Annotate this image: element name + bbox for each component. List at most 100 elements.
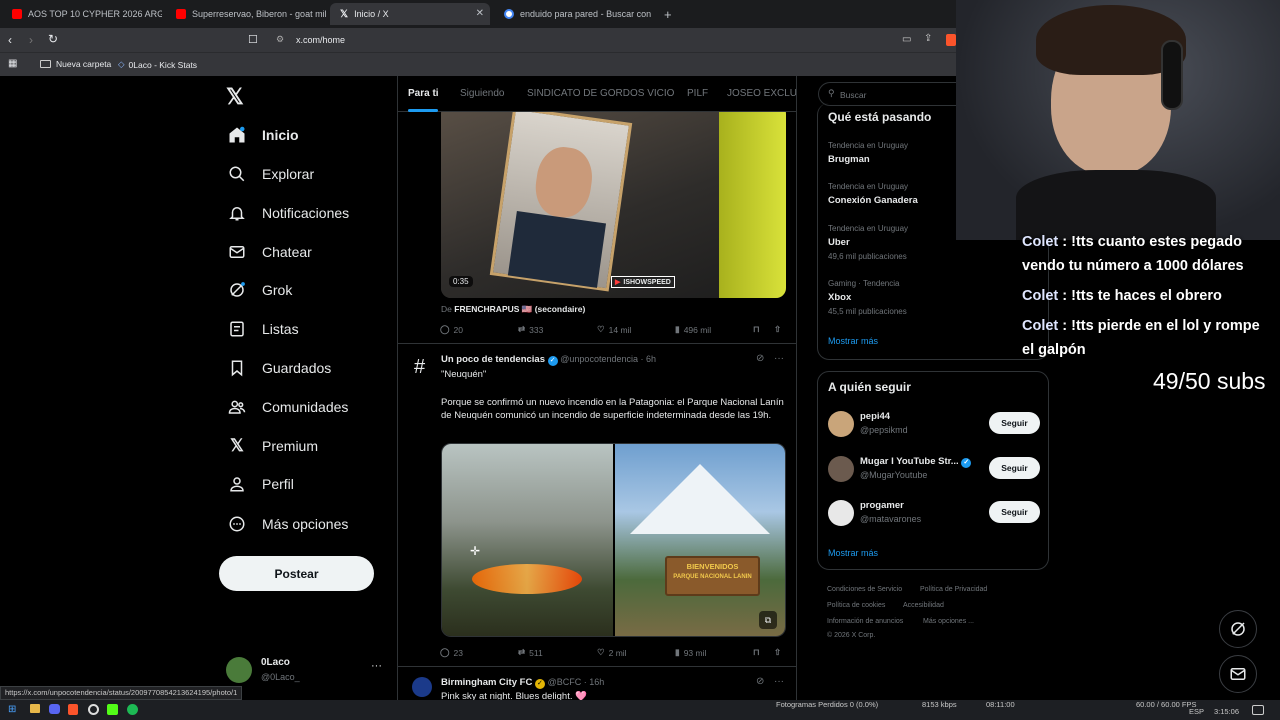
follow-button[interactable]: Seguir: [989, 412, 1040, 434]
nav-mas-opciones[interactable]: Más opciones: [220, 506, 390, 542]
obs-icon[interactable]: [88, 704, 99, 715]
nav-guardados[interactable]: Guardados: [220, 350, 390, 386]
x-logo-icon[interactable]: 𝕏: [226, 84, 244, 110]
follow-button[interactable]: Seguir: [989, 501, 1040, 523]
footer-more[interactable]: Más opciones ...: [923, 618, 974, 625]
tab-list-1[interactable]: SINDICATO DE GORDOS VICIO: [527, 88, 674, 99]
apps-grid-icon[interactable]: ▦: [8, 58, 17, 69]
nav-premium[interactable]: 𝕏 Premium: [220, 428, 390, 464]
nav-label: Explorar: [262, 166, 315, 182]
tab-strip: AOS TOP 10 CYPHER 2026 ARG - You Superre…: [0, 0, 956, 28]
repost-button[interactable]: ⇄ 333: [518, 324, 543, 335]
bookmark-button[interactable]: ⊓: [753, 324, 760, 335]
views-icon: ▮: [675, 324, 680, 334]
trend-item[interactable]: Gaming · Tendencia Xbox 45,5 mil publica…: [828, 279, 907, 316]
more-icon[interactable]: ···: [774, 353, 784, 364]
avatar[interactable]: [412, 677, 432, 697]
forward-icon[interactable]: ›: [29, 33, 33, 47]
hashtag-avatar-icon[interactable]: #: [414, 356, 425, 379]
post-button[interactable]: Postear: [219, 556, 374, 591]
trend-item[interactable]: Tendencia en Uruguay Uber 49,6 mil publi…: [828, 224, 908, 261]
file-explorer-icon[interactable]: [30, 704, 40, 713]
trends-show-more[interactable]: Mostrar más: [828, 336, 878, 346]
account-switcher[interactable]: 0Laco @0Laco_ ···: [226, 656, 391, 688]
nav-notificaciones[interactable]: Notificaciones: [220, 195, 390, 231]
follow-suggestion[interactable]: pepi44 @pepsikmd Seguir: [828, 407, 1040, 441]
follow-button[interactable]: Seguir: [989, 457, 1040, 479]
nav-grok[interactable]: Grok: [220, 272, 390, 308]
footer-privacy[interactable]: Política de Privacidad: [920, 586, 987, 593]
footer-cookies[interactable]: Política de cookies: [827, 602, 885, 609]
tab-para-ti[interactable]: Para ti: [408, 88, 439, 99]
author-name[interactable]: Un poco de tendencias: [441, 354, 545, 365]
nav-perfil[interactable]: Perfil: [220, 466, 390, 502]
footer-accessibility[interactable]: Accesibilidad: [903, 602, 944, 609]
cast-icon[interactable]: ▭: [902, 34, 911, 45]
bookmark-kick-stats[interactable]: ◇ 0Laco - Kick Stats: [118, 59, 197, 70]
tab-youtube-2[interactable]: Superreservao, Biberon - goat milk: [166, 3, 326, 25]
clock[interactable]: 3:15:06: [1214, 707, 1239, 716]
footer-terms[interactable]: Condiciones de Servicio: [827, 586, 902, 593]
reply-icon: ◯: [440, 647, 450, 657]
tab-x-home[interactable]: 𝕏 Inicio / X ✕: [330, 3, 490, 25]
nav-comunidades[interactable]: Comunidades: [220, 389, 390, 425]
new-tab-button[interactable]: +: [660, 3, 684, 25]
fire-photo[interactable]: ✛: [442, 444, 613, 636]
reply-button[interactable]: ◯ 20: [440, 324, 463, 335]
more-icon[interactable]: ···: [774, 676, 784, 687]
address-bar[interactable]: ⚙ x.com/home: [266, 30, 946, 50]
reply-button[interactable]: ◯ 23: [440, 647, 463, 658]
post-media[interactable]: ✛ BIENVENIDOS PARQUE NACIONAL LANIN ⧉: [441, 443, 786, 637]
reload-icon[interactable]: ↻: [48, 32, 58, 46]
tab-siguiendo[interactable]: Siguiendo: [460, 88, 504, 99]
follow-suggestion[interactable]: Mugar I YouTube Str... ✓ @MugarYoutube S…: [828, 452, 1040, 486]
nav-explorar[interactable]: Explorar: [220, 156, 390, 192]
trend-item[interactable]: Tendencia en Uruguay Brugman: [828, 141, 908, 165]
volcano-photo[interactable]: BIENVENIDOS PARQUE NACIONAL LANIN ⧉: [615, 444, 785, 636]
plus-icon: +: [664, 6, 672, 22]
bookmark-button[interactable]: ⊓: [753, 647, 760, 658]
follow-suggestion[interactable]: progamer @matavarones Seguir: [828, 496, 1040, 530]
trend-name: Uber: [828, 237, 850, 248]
grok-icon[interactable]: ⊘: [756, 353, 764, 364]
language-indicator[interactable]: ESP: [1189, 707, 1204, 716]
video-player[interactable]: 0:35 ▶ ISHOWSPEED: [441, 104, 786, 298]
trend-item[interactable]: Tendencia en Uruguay Conexión Ganadera: [828, 182, 918, 206]
tab-google[interactable]: enduido para pared - Buscar con Go: [494, 3, 654, 25]
brave-icon[interactable]: [68, 704, 78, 715]
tab-list-3[interactable]: JOSEO EXCLUSI: [727, 88, 796, 99]
bookmark-folder[interactable]: Nueva carpeta: [40, 59, 111, 69]
video-source[interactable]: De FRENCHRAPUS 🇺🇸 (secondaire): [441, 304, 585, 315]
views-button[interactable]: ▮ 496 mil: [675, 324, 711, 335]
close-tab-icon[interactable]: ✕: [476, 8, 484, 19]
messages-float-button[interactable]: [1219, 655, 1257, 693]
notifications-icon[interactable]: [1252, 705, 1264, 715]
like-button[interactable]: ♡ 2 mil: [597, 647, 627, 658]
grok-float-button[interactable]: [1219, 610, 1257, 648]
discord-icon[interactable]: [49, 704, 60, 714]
kick-icon[interactable]: [107, 704, 118, 715]
footer-ads[interactable]: Información de anuncios: [827, 618, 903, 625]
author-name[interactable]: Birmingham City FC: [441, 677, 532, 688]
grok-icon[interactable]: ⊘: [756, 676, 764, 687]
tab-youtube-1[interactable]: AOS TOP 10 CYPHER 2026 ARG - You: [2, 3, 162, 25]
like-button[interactable]: ♡ 14 mil: [597, 324, 631, 335]
brave-shield-icon[interactable]: [946, 34, 956, 46]
share-button[interactable]: ⇧: [774, 324, 781, 335]
share-button[interactable]: ⇧: [774, 647, 781, 658]
site-info-icon[interactable]: ⚙: [276, 34, 284, 45]
bookmark-icon: ⊓: [753, 324, 760, 334]
back-icon[interactable]: ‹: [8, 33, 12, 47]
nav-chatear[interactable]: Chatear: [220, 234, 390, 270]
tab-list-2[interactable]: PILF: [687, 88, 708, 99]
windows-start-icon[interactable]: ⊞: [8, 704, 16, 715]
views-button[interactable]: ▮ 93 mil: [675, 647, 706, 658]
follow-show-more[interactable]: Mostrar más: [828, 548, 878, 558]
share-icon[interactable]: ⇪: [924, 33, 932, 44]
spotify-icon[interactable]: [127, 704, 138, 715]
alt-media-icon[interactable]: ⧉: [759, 611, 777, 629]
bookmark-page-icon[interactable]: ☐: [248, 33, 258, 46]
repost-button[interactable]: ⇄ 511: [518, 647, 543, 658]
nav-listas[interactable]: Listas: [220, 311, 390, 347]
nav-inicio[interactable]: Inicio: [220, 117, 390, 153]
